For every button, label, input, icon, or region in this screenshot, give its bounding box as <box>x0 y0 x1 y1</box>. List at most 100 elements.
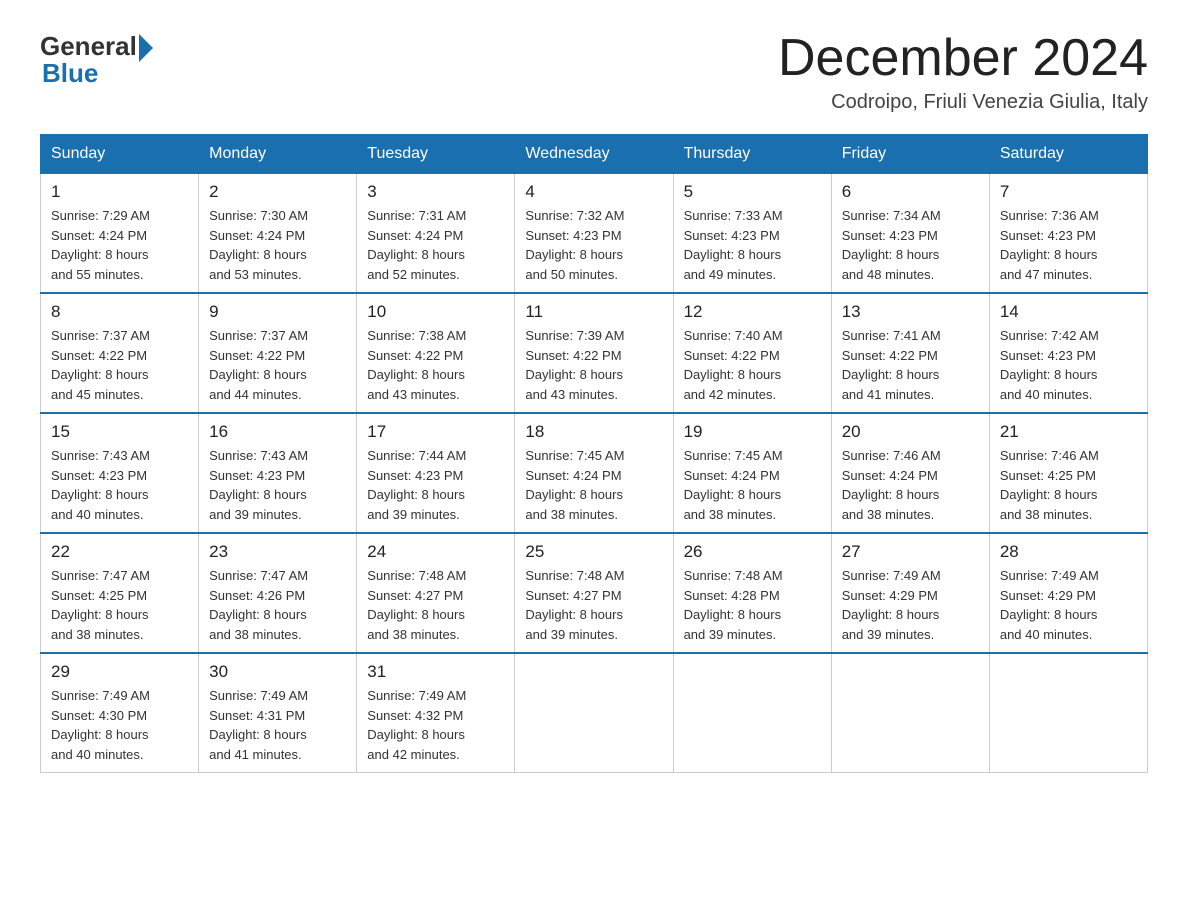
day-number: 16 <box>209 422 346 442</box>
calendar-cell: 9 Sunrise: 7:37 AMSunset: 4:22 PMDaylight… <box>199 293 357 413</box>
calendar-cell: 14Sunrise: 7:42 AMSunset: 4:23 PMDayligh… <box>989 293 1147 413</box>
calendar-cell: 16Sunrise: 7:43 AMSunset: 4:23 PMDayligh… <box>199 413 357 533</box>
day-number: 21 <box>1000 422 1137 442</box>
logo: General Blue <box>40 30 153 89</box>
calendar-cell <box>515 653 673 773</box>
day-number: 27 <box>842 542 979 562</box>
day-number: 30 <box>209 662 346 682</box>
day-info: Sunrise: 7:43 AMSunset: 4:23 PMDaylight:… <box>51 446 188 524</box>
calendar-cell: 30 Sunrise: 7:49 AMSunset: 4:31 PMDayligh… <box>199 653 357 773</box>
day-number: 26 <box>684 542 821 562</box>
calendar-week-row: 8 Sunrise: 7:37 AMSunset: 4:22 PMDaylight… <box>41 293 1148 413</box>
day-info: Sunrise: 7:40 AMSunset: 4:22 PMDaylight:… <box>684 326 821 404</box>
day-number: 24 <box>367 542 504 562</box>
calendar-cell <box>673 653 831 773</box>
day-info: Sunrise: 7:47 AMSunset: 4:26 PMDaylight:… <box>209 566 346 644</box>
day-info: Sunrise: 7:49 AMSunset: 4:31 PMDaylight:… <box>209 686 346 764</box>
day-number: 22 <box>51 542 188 562</box>
calendar-table: SundayMondayTuesdayWednesdayThursdayFrid… <box>40 134 1148 773</box>
calendar-cell: 29 Sunrise: 7:49 AMSunset: 4:30 PMDayligh… <box>41 653 199 773</box>
calendar-header-friday: Friday <box>831 135 989 174</box>
calendar-cell: 6 Sunrise: 7:34 AMSunset: 4:23 PMDaylight… <box>831 174 989 294</box>
calendar-cell: 17Sunrise: 7:44 AMSunset: 4:23 PMDayligh… <box>357 413 515 533</box>
calendar-cell: 27 Sunrise: 7:49 AMSunset: 4:29 PMDayligh… <box>831 533 989 653</box>
day-number: 28 <box>1000 542 1137 562</box>
day-number: 9 <box>209 302 346 322</box>
day-info: Sunrise: 7:37 AMSunset: 4:22 PMDaylight:… <box>209 326 346 404</box>
calendar-cell: 26 Sunrise: 7:48 AMSunset: 4:28 PMDayligh… <box>673 533 831 653</box>
calendar-cell: 10 Sunrise: 7:38 AMSunset: 4:22 PMDayligh… <box>357 293 515 413</box>
calendar-header-row: SundayMondayTuesdayWednesdayThursdayFrid… <box>41 135 1148 174</box>
day-number: 4 <box>525 182 662 202</box>
calendar-week-row: 29 Sunrise: 7:49 AMSunset: 4:30 PMDayligh… <box>41 653 1148 773</box>
calendar-header-tuesday: Tuesday <box>357 135 515 174</box>
day-number: 13 <box>842 302 979 322</box>
day-info: Sunrise: 7:30 AMSunset: 4:24 PMDaylight:… <box>209 206 346 284</box>
day-info: Sunrise: 7:38 AMSunset: 4:22 PMDaylight:… <box>367 326 504 404</box>
day-info: Sunrise: 7:41 AMSunset: 4:22 PMDaylight:… <box>842 326 979 404</box>
day-info: Sunrise: 7:36 AMSunset: 4:23 PMDaylight:… <box>1000 206 1137 284</box>
calendar-cell: 19 Sunrise: 7:45 AMSunset: 4:24 PMDayligh… <box>673 413 831 533</box>
logo-general-text: General <box>40 31 137 62</box>
day-info: Sunrise: 7:48 AMSunset: 4:28 PMDaylight:… <box>684 566 821 644</box>
calendar-cell: 1 Sunrise: 7:29 AMSunset: 4:24 PMDaylight… <box>41 174 199 294</box>
calendar-cell: 2 Sunrise: 7:30 AMSunset: 4:24 PMDaylight… <box>199 174 357 294</box>
day-number: 17 <box>367 422 504 442</box>
location-title: Codroipo, Friuli Venezia Giulia, Italy <box>778 91 1148 114</box>
day-number: 10 <box>367 302 504 322</box>
calendar-cell: 25 Sunrise: 7:48 AMSunset: 4:27 PMDayligh… <box>515 533 673 653</box>
calendar-cell <box>831 653 989 773</box>
calendar-header-saturday: Saturday <box>989 135 1147 174</box>
day-info: Sunrise: 7:49 AMSunset: 4:30 PMDaylight:… <box>51 686 188 764</box>
day-info: Sunrise: 7:39 AMSunset: 4:22 PMDaylight:… <box>525 326 662 404</box>
calendar-header-wednesday: Wednesday <box>515 135 673 174</box>
calendar-cell: 28 Sunrise: 7:49 AMSunset: 4:29 PMDayligh… <box>989 533 1147 653</box>
calendar-cell: 18Sunrise: 7:45 AMSunset: 4:24 PMDayligh… <box>515 413 673 533</box>
day-info: Sunrise: 7:29 AMSunset: 4:24 PMDaylight:… <box>51 206 188 284</box>
calendar-cell: 24 Sunrise: 7:48 AMSunset: 4:27 PMDayligh… <box>357 533 515 653</box>
calendar-cell: 21 Sunrise: 7:46 AMSunset: 4:25 PMDayligh… <box>989 413 1147 533</box>
calendar-cell: 13 Sunrise: 7:41 AMSunset: 4:22 PMDayligh… <box>831 293 989 413</box>
day-info: Sunrise: 7:45 AMSunset: 4:24 PMDaylight:… <box>684 446 821 524</box>
day-number: 29 <box>51 662 188 682</box>
calendar-header-thursday: Thursday <box>673 135 831 174</box>
day-info: Sunrise: 7:34 AMSunset: 4:23 PMDaylight:… <box>842 206 979 284</box>
day-info: Sunrise: 7:46 AMSunset: 4:24 PMDaylight:… <box>842 446 979 524</box>
calendar-cell <box>989 653 1147 773</box>
day-number: 3 <box>367 182 504 202</box>
day-info: Sunrise: 7:48 AMSunset: 4:27 PMDaylight:… <box>367 566 504 644</box>
day-info: Sunrise: 7:45 AMSunset: 4:24 PMDaylight:… <box>525 446 662 524</box>
day-info: Sunrise: 7:49 AMSunset: 4:29 PMDaylight:… <box>842 566 979 644</box>
day-info: Sunrise: 7:31 AMSunset: 4:24 PMDaylight:… <box>367 206 504 284</box>
day-info: Sunrise: 7:48 AMSunset: 4:27 PMDaylight:… <box>525 566 662 644</box>
day-number: 6 <box>842 182 979 202</box>
calendar-header-sunday: Sunday <box>41 135 199 174</box>
day-info: Sunrise: 7:33 AMSunset: 4:23 PMDaylight:… <box>684 206 821 284</box>
day-number: 20 <box>842 422 979 442</box>
day-number: 1 <box>51 182 188 202</box>
day-number: 7 <box>1000 182 1137 202</box>
day-info: Sunrise: 7:46 AMSunset: 4:25 PMDaylight:… <box>1000 446 1137 524</box>
calendar-cell: 31Sunrise: 7:49 AMSunset: 4:32 PMDayligh… <box>357 653 515 773</box>
day-number: 14 <box>1000 302 1137 322</box>
calendar-cell: 5Sunrise: 7:33 AMSunset: 4:23 PMDaylight… <box>673 174 831 294</box>
calendar-cell: 7 Sunrise: 7:36 AMSunset: 4:23 PMDaylight… <box>989 174 1147 294</box>
day-number: 19 <box>684 422 821 442</box>
day-number: 12 <box>684 302 821 322</box>
day-info: Sunrise: 7:49 AMSunset: 4:29 PMDaylight:… <box>1000 566 1137 644</box>
day-number: 31 <box>367 662 504 682</box>
calendar-header-monday: Monday <box>199 135 357 174</box>
day-info: Sunrise: 7:47 AMSunset: 4:25 PMDaylight:… <box>51 566 188 644</box>
calendar-cell: 11Sunrise: 7:39 AMSunset: 4:22 PMDayligh… <box>515 293 673 413</box>
day-number: 2 <box>209 182 346 202</box>
month-title: December 2024 <box>778 30 1148 87</box>
calendar-cell: 15Sunrise: 7:43 AMSunset: 4:23 PMDayligh… <box>41 413 199 533</box>
day-number: 8 <box>51 302 188 322</box>
calendar-cell: 22 Sunrise: 7:47 AMSunset: 4:25 PMDayligh… <box>41 533 199 653</box>
calendar-week-row: 1 Sunrise: 7:29 AMSunset: 4:24 PMDaylight… <box>41 174 1148 294</box>
day-info: Sunrise: 7:37 AMSunset: 4:22 PMDaylight:… <box>51 326 188 404</box>
day-info: Sunrise: 7:32 AMSunset: 4:23 PMDaylight:… <box>525 206 662 284</box>
day-number: 25 <box>525 542 662 562</box>
calendar-cell: 12 Sunrise: 7:40 AMSunset: 4:22 PMDayligh… <box>673 293 831 413</box>
page-header: General Blue December 2024 Codroipo, Fri… <box>40 30 1148 114</box>
